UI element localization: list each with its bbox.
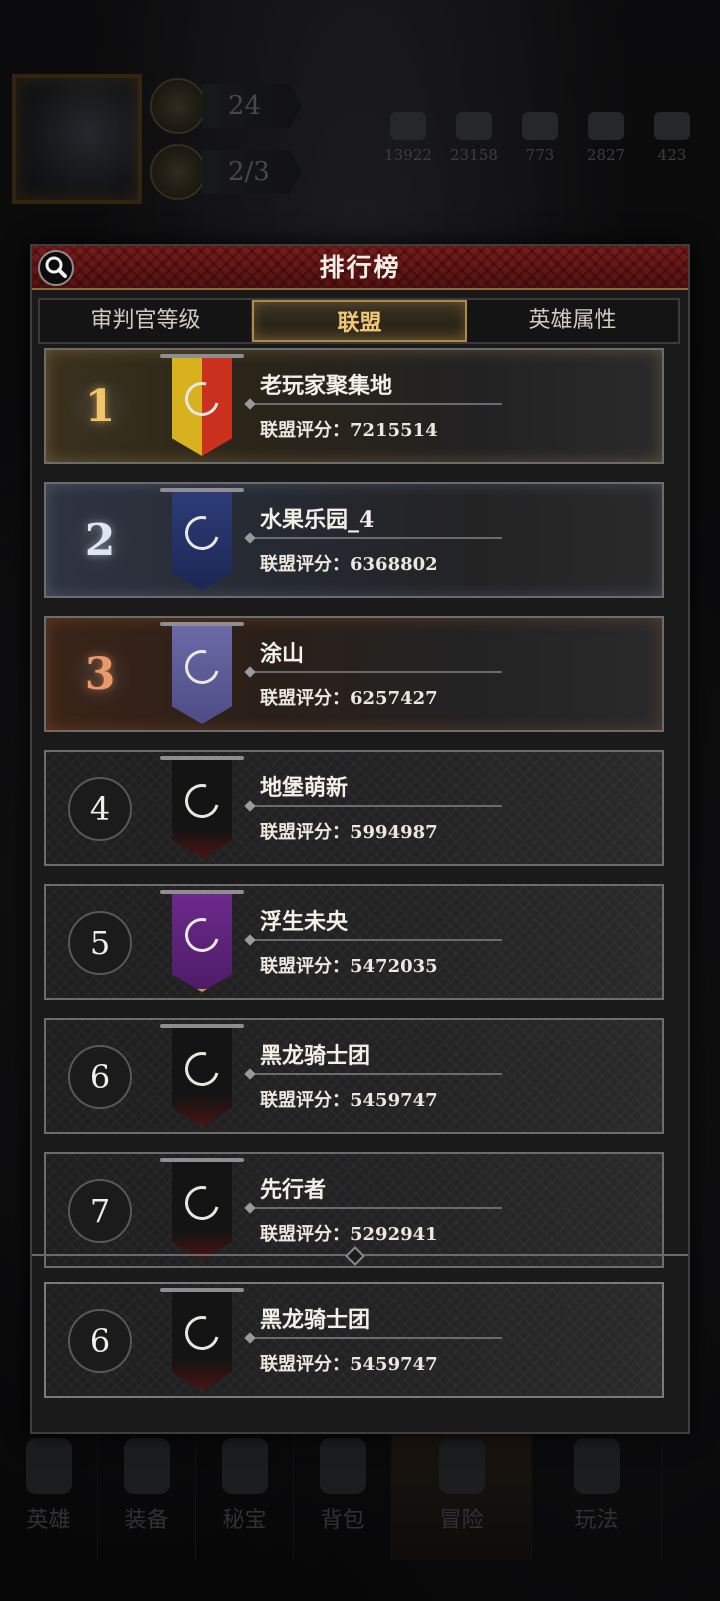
alliance-banner-icon — [160, 754, 244, 864]
divider — [248, 939, 502, 941]
alliance-banner-icon — [160, 352, 244, 462]
rank-badge: 2 — [68, 509, 132, 573]
divider — [248, 805, 502, 807]
divider — [248, 671, 502, 673]
rank-badge: 7 — [68, 1179, 132, 1243]
search-icon — [45, 256, 67, 278]
alliance-banner-icon — [160, 1286, 244, 1396]
alliance-score: 联盟评分：5472035 — [260, 956, 438, 977]
rank-badge: 1 — [68, 375, 132, 439]
alliance-score: 联盟评分：5292941 — [260, 1224, 438, 1245]
ranking-row[interactable]: 4 地堡萌新 联盟评分：5994987 — [44, 750, 664, 866]
rank-badge: 6 — [68, 1309, 132, 1373]
alliance-score: 联盟评分：7215514 — [260, 420, 438, 441]
alliance-name: 浮生未央 — [260, 909, 349, 935]
alliance-banner-icon — [160, 888, 244, 998]
alliance-name: 水果乐园_4 — [260, 507, 375, 533]
my-alliance-row[interactable]: 6 黑龙骑士团 联盟评分：5459747 — [44, 1282, 664, 1398]
alliance-banner-icon — [160, 486, 244, 596]
leaderboard-panel: 排行榜 审判官等级 联盟 英雄属性 1 老玩家聚集地 联盟评分：7215514 … — [30, 244, 690, 1434]
ranking-row[interactable]: 1 老玩家聚集地 联盟评分：7215514 — [44, 348, 664, 464]
rank-badge: 4 — [68, 777, 132, 841]
alliance-score: 联盟评分：6257427 — [260, 688, 438, 709]
search-button[interactable] — [38, 250, 74, 286]
alliance-name: 地堡萌新 — [260, 775, 349, 801]
alliance-score: 联盟评分：5459747 — [260, 1090, 438, 1111]
alliance-name: 老玩家聚集地 — [260, 373, 393, 399]
alliance-score: 联盟评分：6368802 — [260, 554, 438, 575]
divider — [248, 1073, 502, 1075]
panel-title: 排行榜 — [319, 253, 401, 282]
rank-badge: 3 — [68, 643, 132, 707]
alliance-score: 联盟评分：5459747 — [260, 1354, 438, 1375]
alliance-name: 先行者 — [260, 1177, 327, 1203]
rank-badge: 6 — [68, 1045, 132, 1109]
divider — [248, 403, 502, 405]
divider — [248, 537, 502, 539]
alliance-name: 黑龙骑士团 — [260, 1043, 371, 1069]
alliance-banner-icon — [160, 1156, 244, 1266]
ranking-row[interactable]: 3 涂山 联盟评分：6257427 — [44, 616, 664, 732]
rank-badge: 5 — [68, 911, 132, 975]
divider — [248, 1207, 502, 1209]
alliance-name: 黑龙骑士团 — [260, 1307, 371, 1333]
ranking-row[interactable]: 5 浮生未央 联盟评分：5472035 — [44, 884, 664, 1000]
ranking-row[interactable]: 2 水果乐园_4 联盟评分：6368802 — [44, 482, 664, 598]
ranking-tabs: 审判官等级 联盟 英雄属性 — [38, 298, 680, 344]
my-rank-separator — [32, 1254, 688, 1256]
alliance-name: 涂山 — [260, 641, 305, 667]
divider — [248, 1337, 502, 1339]
alliance-banner-icon — [160, 620, 244, 730]
tab-alliance[interactable]: 联盟 — [252, 300, 467, 342]
alliance-banner-icon — [160, 1022, 244, 1132]
tab-hero-attributes[interactable]: 英雄属性 — [467, 300, 678, 342]
ranking-row[interactable]: 6 黑龙骑士团 联盟评分：5459747 — [44, 1018, 664, 1134]
alliance-score: 联盟评分：5994987 — [260, 822, 438, 843]
tab-judge-level[interactable]: 审判官等级 — [40, 300, 252, 342]
